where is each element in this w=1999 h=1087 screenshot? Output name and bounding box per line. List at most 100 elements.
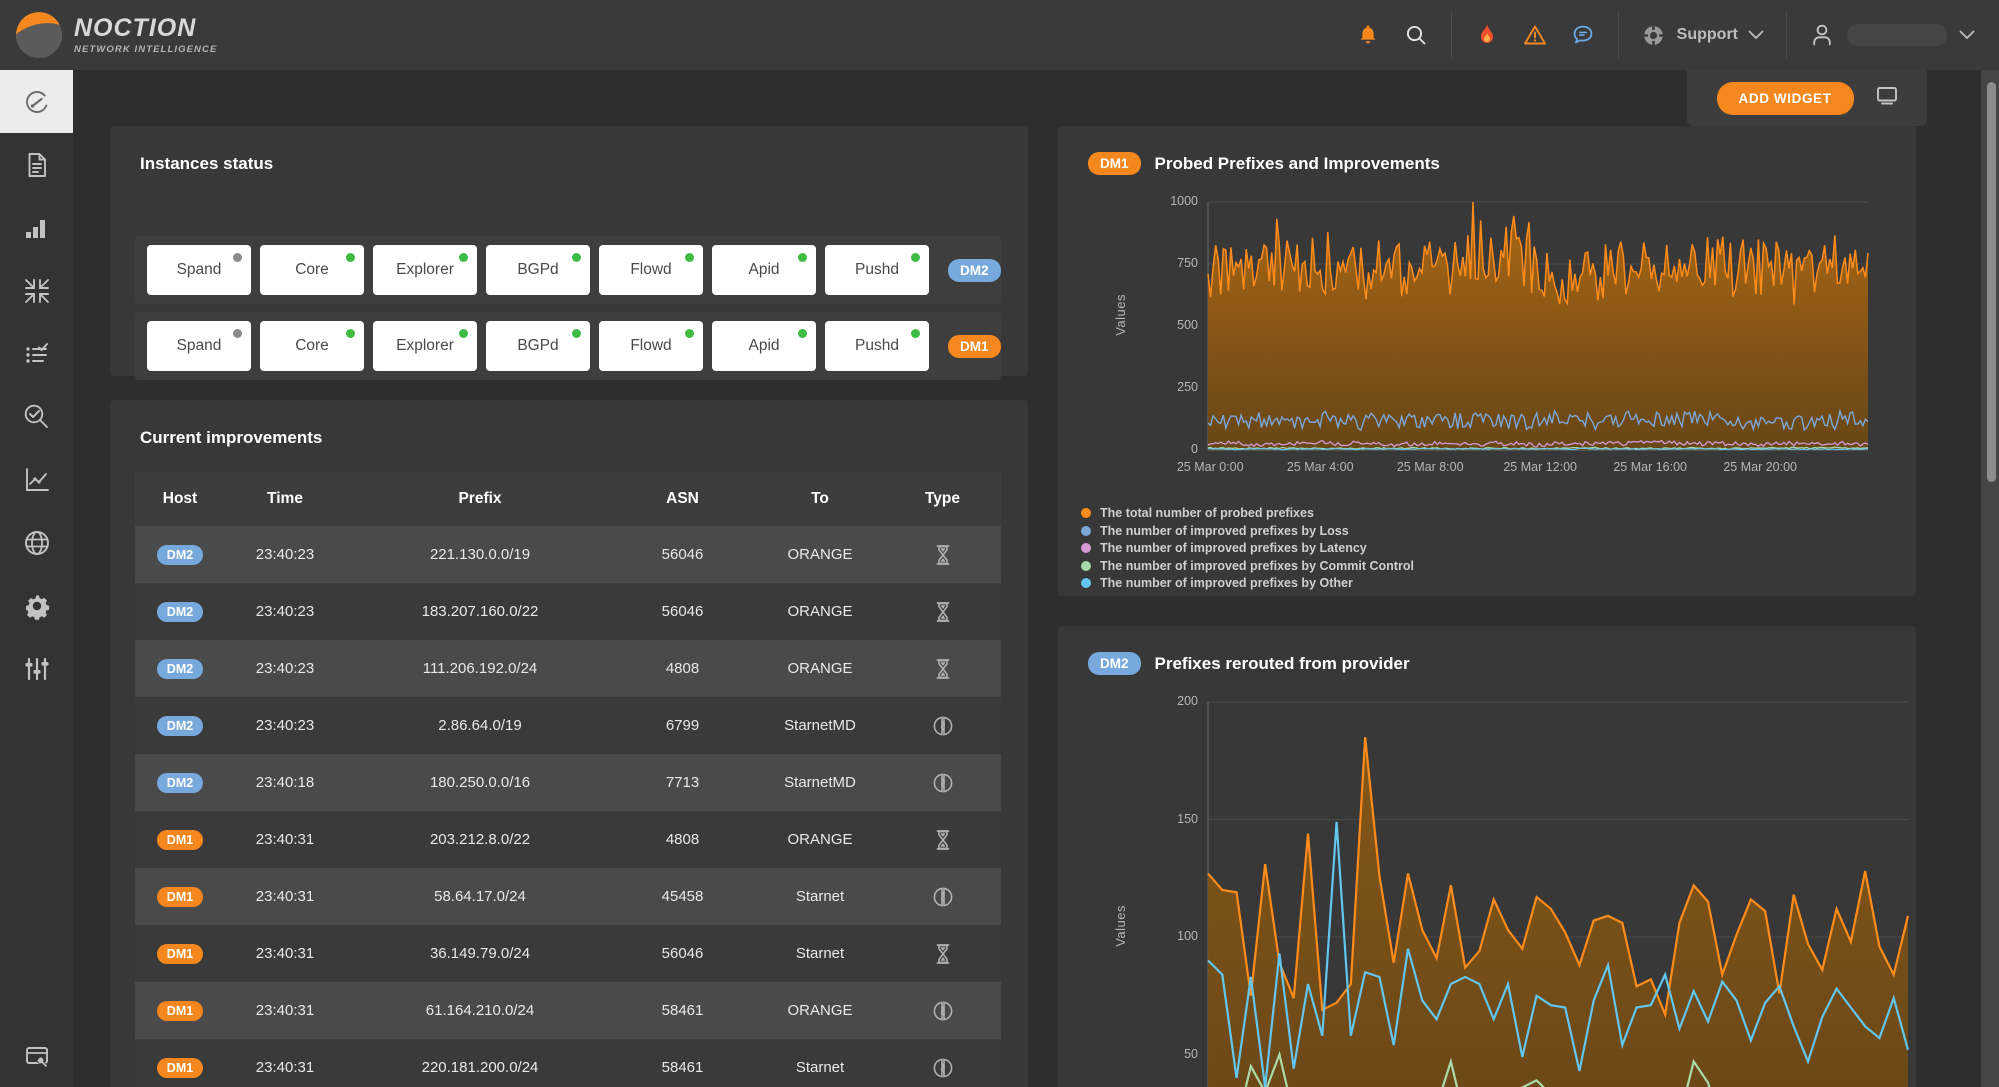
instance-chip-apid[interactable]: Apid [712, 321, 816, 371]
sidebar-item-tasks[interactable] [0, 322, 73, 385]
legend-item[interactable]: The number of improved prefixes by Commi… [1059, 559, 1414, 574]
table-row[interactable]: DM2 23:40:23 183.207.160.0/22 56046 ORANGE [135, 583, 1001, 640]
instance-chip-explorer[interactable]: Explorer [373, 245, 477, 295]
globe-icon [24, 530, 49, 555]
status-dot [685, 329, 694, 338]
table-row[interactable]: DM2 23:40:23 221.130.0.0/19 56046 ORANGE [135, 526, 1001, 583]
sidebar-item-dashboard[interactable] [0, 70, 73, 133]
instance-chip-flowd[interactable]: Flowd [599, 321, 703, 371]
legend-color-dot [1081, 560, 1091, 571]
table-row[interactable]: DM2 23:40:18 180.250.0.0/16 7713 StarnetMD [135, 754, 1001, 811]
sidebar-item-trends[interactable] [0, 448, 73, 511]
instance-chip-bgpd[interactable]: BGPd [486, 321, 590, 371]
noction-logo-icon [16, 12, 62, 58]
column-header-type[interactable]: Type [890, 490, 995, 508]
cell-asn: 4808 [665, 831, 700, 848]
search-icon[interactable] [1403, 22, 1429, 48]
legend-item[interactable]: The total number of probed prefixes [1059, 506, 1414, 521]
chart1-plot[interactable]: 0 250 500 750 1000 Values 25 Mar 0:00 25 Mar 4:… [1058, 186, 1916, 486]
legend-color-dot [1081, 578, 1091, 589]
status-dot [911, 329, 920, 338]
x-axis-tick: 25 Mar 20:00 [1723, 460, 1798, 474]
instance-chip-spand[interactable]: Spand [147, 245, 251, 295]
y-axis-label: Values [1113, 905, 1128, 947]
y-axis-tick: 250 [1177, 380, 1198, 394]
cell-time: 23:40:31 [255, 831, 315, 848]
instance-chip-label: Apid [748, 337, 780, 354]
instance-chip-pushd[interactable]: Pushd [825, 321, 929, 371]
status-dot [798, 329, 807, 338]
cell-asn: 58461 [661, 1002, 704, 1019]
table-row[interactable]: DM1 23:40:31 203.212.8.0/22 4808 ORANGE [135, 811, 1001, 868]
instance-chip-core[interactable]: Core [260, 321, 364, 371]
legend-item[interactable]: The number of improved prefixes by Laten… [1059, 541, 1414, 556]
cell-asn: 56046 [661, 945, 704, 962]
cell-prefix: 2.86.64.0/19 [438, 717, 522, 734]
cell-prefix: 203.212.8.0/22 [429, 831, 531, 848]
sidebar-item-preferences[interactable] [0, 637, 73, 700]
cell-prefix: 221.130.0.0/19 [429, 546, 531, 563]
column-header-to[interactable]: To [750, 490, 890, 508]
legend-label: The total number of probed prefixes [1100, 506, 1314, 521]
sidebar-item-reports[interactable] [0, 133, 73, 196]
host-badge: DM2 [948, 258, 1001, 282]
instance-chip-apid[interactable]: Apid [712, 245, 816, 295]
legend-item[interactable]: The number of improved prefixes by Other [1059, 576, 1414, 591]
legend-color-dot [1081, 525, 1091, 536]
instance-chip-core[interactable]: Core [260, 245, 364, 295]
chart2-plot[interactable]: 050100150200Values [1058, 684, 1916, 1087]
column-header-time[interactable]: Time [225, 490, 345, 508]
cell-prefix: 183.207.160.0/22 [421, 603, 539, 620]
main-content: ADD WIDGET Instances status Spand Core Exp… [73, 70, 1999, 1087]
sidebar-item-global[interactable] [0, 511, 73, 574]
instance-chip-spand[interactable]: Spand [147, 321, 251, 371]
table-row[interactable]: DM2 23:40:23 2.86.64.0/19 6799 StarnetMD [135, 697, 1001, 754]
sidebar-item-optimization[interactable] [0, 259, 73, 322]
checklist-icon [25, 342, 48, 363]
cell-to: StarnetMD [784, 774, 856, 791]
table-row[interactable]: DM1 23:40:31 36.149.79.0/24 56046 Starnet [135, 925, 1001, 982]
column-header-prefix[interactable]: Prefix [345, 490, 615, 508]
instance-chip-label: Spand [176, 337, 222, 354]
sidebar-item-settings[interactable] [0, 574, 73, 637]
logo-subtitle: NETWORK INTELLIGENCE [74, 43, 218, 55]
brand-logo[interactable]: NOCTION NETWORK INTELLIGENCE [0, 12, 340, 58]
y-axis-tick: 200 [1177, 694, 1198, 708]
column-header-host[interactable]: Host [135, 490, 225, 508]
cell-prefix: 111.206.192.0/24 [422, 660, 538, 677]
cell-asn: 45458 [661, 888, 704, 905]
instance-chip-explorer[interactable]: Explorer [373, 321, 477, 371]
instance-chip-label: Core [295, 261, 329, 278]
host-badge: DM2 [156, 772, 204, 793]
bell-icon[interactable] [1355, 22, 1381, 48]
instance-chip-label: Explorer [396, 261, 454, 278]
add-widget-button[interactable]: ADD WIDGET [1716, 81, 1854, 115]
monitor-icon[interactable] [1876, 86, 1898, 111]
legend-color-dot [1081, 508, 1091, 519]
chat-icon[interactable] [1570, 22, 1596, 48]
column-header-asn[interactable]: ASN [615, 490, 750, 508]
table-row[interactable]: DM1 23:40:31 220.181.200.0/24 58461 Starnet [135, 1039, 1001, 1087]
user-menu[interactable] [1787, 22, 1999, 48]
table-row[interactable]: DM1 23:40:31 61.164.210.0/24 58461 ORANGE [135, 982, 1001, 1039]
table-row[interactable]: DM1 23:40:31 58.64.17.0/24 45458 Starnet [135, 868, 1001, 925]
cell-asn: 58461 [661, 1059, 704, 1076]
sliders-icon [25, 657, 48, 680]
cell-prefix: 180.250.0.0/16 [429, 774, 531, 791]
warning-icon[interactable] [1522, 22, 1548, 48]
support-menu[interactable]: Support [1619, 22, 1786, 48]
table-row[interactable]: DM2 23:40:23 111.206.192.0/24 4808 ORANGE [135, 640, 1001, 697]
table-header-row: Host Time Prefix ASN To Type [135, 472, 1001, 526]
instance-chip-flowd[interactable]: Flowd [599, 245, 703, 295]
main-scrollbar-track[interactable] [1981, 70, 1999, 1087]
sidebar-item-inspector[interactable] [0, 385, 73, 448]
instance-chip-bgpd[interactable]: BGPd [486, 245, 590, 295]
sidebar-item-statistics[interactable] [0, 196, 73, 259]
flame-icon[interactable] [1474, 22, 1500, 48]
instance-chip-pushd[interactable]: Pushd [825, 245, 929, 295]
legend-item[interactable]: The number of improved prefixes by Loss [1059, 524, 1414, 539]
cell-host: DM2 [135, 544, 225, 565]
sidebar-item-maintenance[interactable] [0, 1024, 73, 1087]
host-badge: DM2 [156, 658, 204, 679]
main-scrollbar-thumb[interactable] [1987, 82, 1996, 482]
